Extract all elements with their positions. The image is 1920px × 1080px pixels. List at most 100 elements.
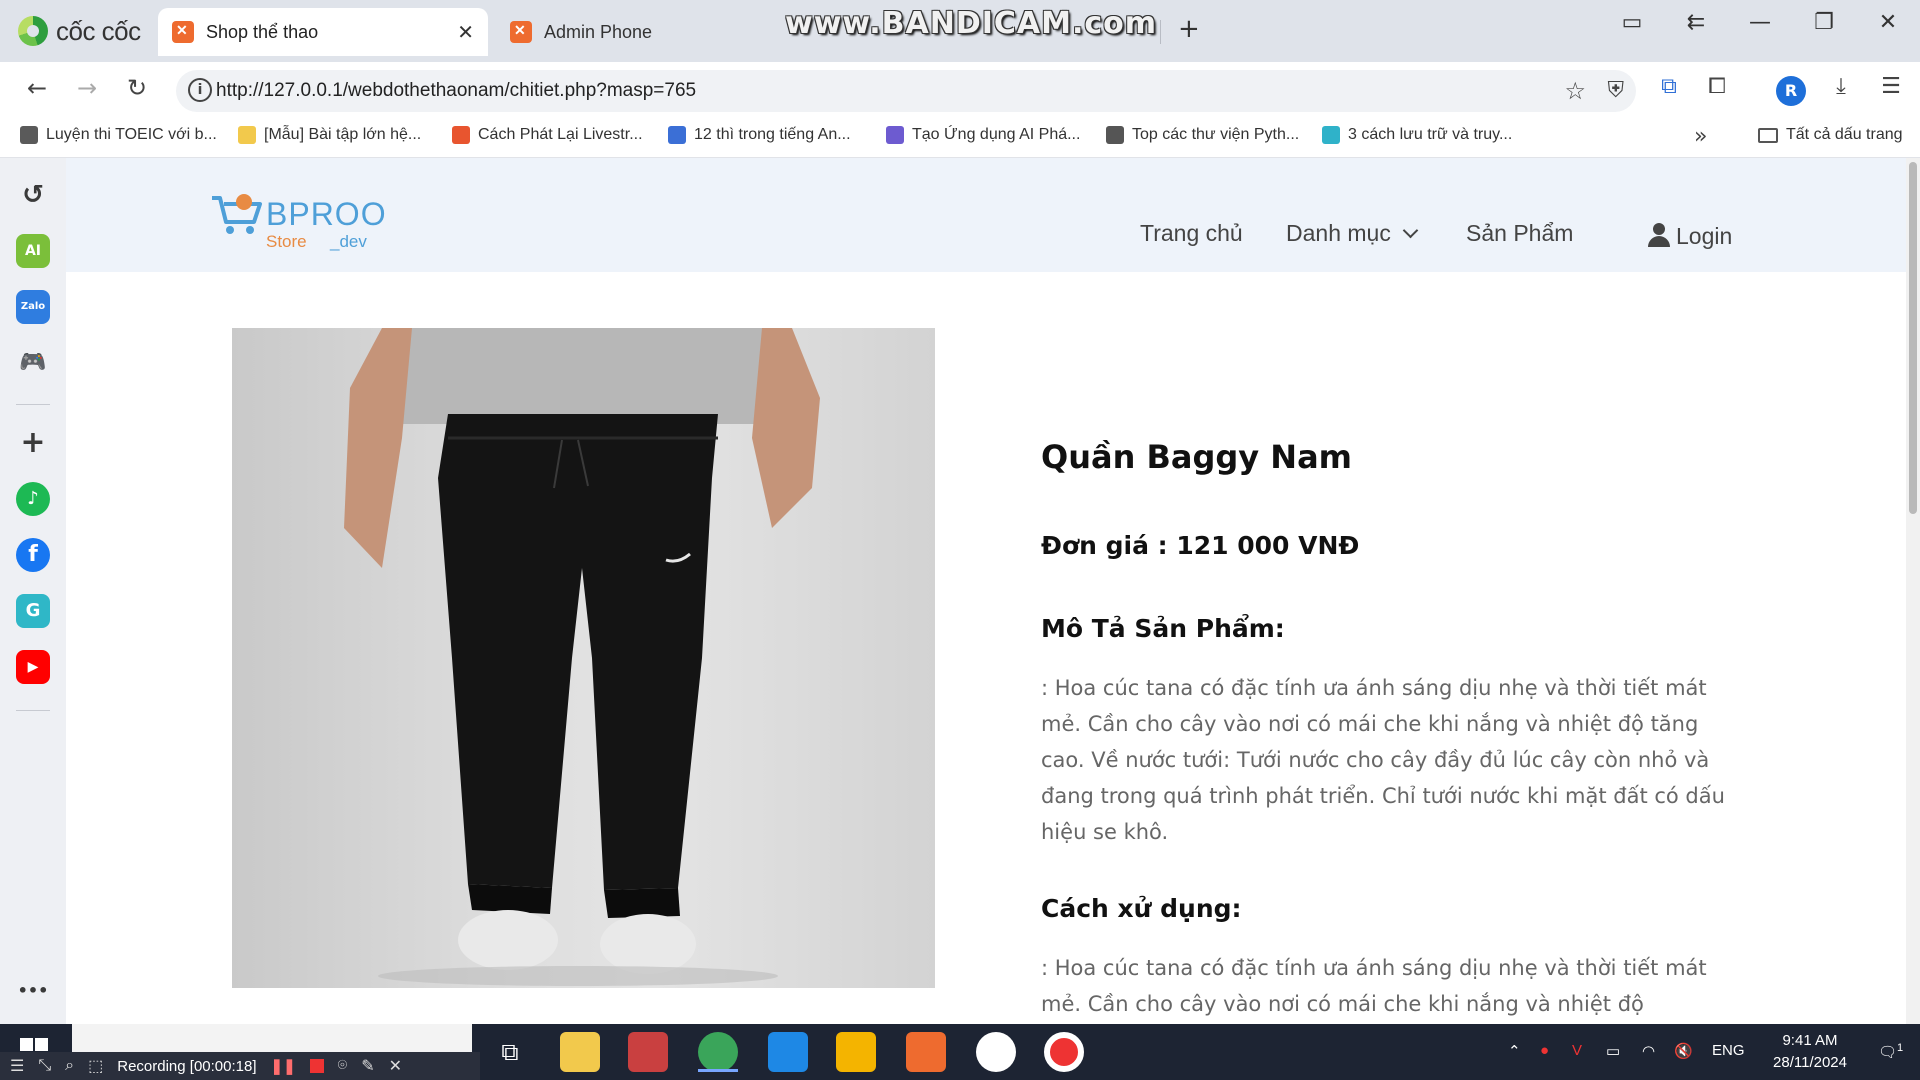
restore-icon[interactable]: ❐ (1792, 10, 1856, 35)
bandicam-watermark: www.BANDICAM.com (785, 6, 1158, 41)
xampp-favicon-icon (172, 21, 194, 43)
browser-side-rail: ↺ AI Zalo 🎮 + ♪ f G ▶ ••• (0, 158, 66, 1024)
forward-icon[interactable]: → (70, 74, 104, 102)
product-description: : Hoa cúc tana có đặc tính ưa ánh sáng d… (1041, 676, 1725, 844)
coccoc-taskbar-icon[interactable] (698, 1032, 738, 1072)
ai-icon[interactable]: AI (16, 234, 50, 268)
extensions-icon[interactable]: ⧠ (1700, 74, 1734, 99)
tab-shop-the-thao[interactable]: Shop thể thao ✕ (158, 8, 488, 56)
minimize-icon[interactable]: — (1728, 10, 1792, 35)
add-icon[interactable]: + (16, 426, 50, 460)
download-icon[interactable]: ⤓ (1824, 74, 1858, 99)
history-icon[interactable]: ↺ (16, 178, 50, 212)
nav-products[interactable]: Sản Phẩm (1466, 220, 1573, 247)
bookmark-item[interactable]: Luyện thi TOEIC với b... (20, 126, 217, 144)
recorder-resize-icon[interactable]: ⤡ (38, 1057, 51, 1075)
youtube-icon[interactable]: ▶ (16, 650, 50, 684)
reload-icon[interactable]: ↻ (120, 74, 154, 102)
product-photo-pants (344, 328, 820, 986)
clock-time: 9:41 AM (1782, 1032, 1838, 1049)
nav-login[interactable]: Login (1648, 220, 1732, 250)
tray-record-icon[interactable]: ● (1540, 1042, 1549, 1059)
profile-avatar[interactable]: R (1776, 76, 1806, 106)
task-view-icon[interactable]: ⧉ (490, 1032, 530, 1072)
bookmark-favicon-icon (668, 126, 686, 144)
battery-icon[interactable]: ▭ (1606, 1042, 1620, 1060)
g-icon[interactable]: G (16, 594, 50, 628)
wifi-icon[interactable]: ◠ (1642, 1042, 1655, 1060)
all-bookmarks-button[interactable]: Tất cả dấu trang (1758, 126, 1903, 144)
all-bookmarks-label: Tất cả dấu trang (1786, 126, 1903, 143)
bookmark-label: Luyện thi TOEIC với b... (46, 126, 217, 143)
bookmark-item[interactable]: [Mẫu] Bài tập lớn hệ... (238, 126, 421, 144)
zalo-icon[interactable]: Zalo (16, 290, 50, 324)
bookmark-item[interactable]: Top các thư viện Pyth... (1106, 126, 1299, 144)
stop-icon[interactable] (309, 1059, 324, 1073)
volume-muted-icon[interactable]: 🔇 (1674, 1042, 1693, 1060)
bookmark-label: [Mẫu] Bài tập lớn hệ... (264, 126, 422, 143)
url-text[interactable]: http://127.0.0.1/webdothethaonam/chitiet… (216, 80, 696, 102)
tray-chevron-icon[interactable]: ⌃ (1508, 1042, 1521, 1060)
browser-toolbar: ← → ↻ i http://127.0.0.1/webdothethaonam… (0, 62, 1920, 118)
camera-icon[interactable]: ⌾ (338, 1057, 348, 1075)
bookmark-label: Cách Phát Lại Livestr... (478, 126, 643, 143)
more-bookmarks-icon[interactable]: » (1694, 124, 1707, 149)
vscode-icon[interactable] (768, 1032, 808, 1072)
more-icon[interactable]: ••• (16, 974, 50, 1008)
tab-separator (1160, 20, 1161, 44)
product-name: Quần Baggy Nam (1041, 438, 1353, 476)
site-logo[interactable]: BPROO Store _dev (210, 186, 390, 251)
screen-capture-icon[interactable]: ▭ (1600, 10, 1664, 35)
tab-search-icon[interactable]: ⇇ (1664, 10, 1728, 35)
login-label: Login (1676, 223, 1733, 249)
file-explorer-icon[interactable] (560, 1032, 600, 1072)
recorder-region-icon[interactable]: ⬚ (88, 1056, 103, 1076)
window-controls: ▭ ⇇ — ❐ ✕ (1600, 10, 1920, 35)
bandicam-icon[interactable] (1044, 1032, 1084, 1072)
scrollbar-thumb[interactable] (1909, 162, 1917, 514)
nav-category[interactable]: Danh mục (1286, 220, 1419, 247)
bookmark-item[interactable]: Cách Phát Lại Livestr... (452, 126, 643, 144)
tab-title: Admin Phone (544, 21, 653, 42)
bookmark-item[interactable]: 12 thì trong tiếng An... (668, 126, 851, 144)
bookmark-favicon-icon (1106, 126, 1124, 144)
store-icon[interactable] (836, 1032, 876, 1072)
address-bar[interactable]: i http://127.0.0.1/webdothethaonam/chiti… (176, 70, 1636, 112)
tray-antivirus-icon[interactable]: V (1572, 1042, 1582, 1059)
nav-home[interactable]: Trang chủ (1140, 220, 1243, 247)
pen-icon[interactable]: ✎ (361, 1056, 374, 1076)
notification-icon[interactable]: 🗨1 (1878, 1042, 1903, 1061)
new-tab-icon[interactable]: + (1178, 14, 1200, 44)
shield-icon[interactable]: ⛨ (1607, 78, 1624, 103)
language-indicator[interactable]: ENG (1712, 1042, 1745, 1059)
bookmark-label: 12 thì trong tiếng An... (694, 126, 851, 143)
bookmark-item[interactable]: 3 cách lưu trữ và truy... (1322, 126, 1512, 144)
app-icon[interactable] (628, 1032, 668, 1072)
bookmark-star-icon[interactable]: ☆ (1564, 77, 1586, 105)
bookmarks-bar: Luyện thi TOEIC với b... [Mẫu] Bài tập l… (0, 118, 1920, 158)
site-info-icon[interactable]: i (188, 78, 212, 102)
recorder-menu-icon[interactable]: ☰ (10, 1056, 24, 1076)
game-icon[interactable]: 🎮 (16, 346, 50, 380)
logo-sub-dev: _dev (330, 232, 367, 251)
zalo-taskbar-icon[interactable] (976, 1032, 1016, 1072)
close-recorder-icon[interactable]: ✕ (389, 1056, 402, 1076)
menu-icon[interactable]: ☰ (1874, 74, 1908, 99)
bookmark-item[interactable]: Tạo Ứng dụng AI Phá... (886, 126, 1080, 144)
close-window-icon[interactable]: ✕ (1856, 10, 1920, 35)
bookmark-label: 3 cách lưu trữ và truy... (1348, 126, 1513, 143)
notification-count: 1 (1897, 1042, 1904, 1054)
browser-brand[interactable]: cốc cốc (18, 14, 141, 48)
recorder-zoom-icon[interactable]: ⌕ (65, 1057, 74, 1075)
facebook-icon[interactable]: f (16, 538, 50, 572)
tab-admin-phone[interactable]: Admin Phone (496, 8, 796, 56)
back-icon[interactable]: ← (20, 74, 54, 102)
spotify-icon[interactable]: ♪ (16, 482, 50, 516)
pause-icon[interactable]: ❚❚ (271, 1057, 296, 1075)
close-tab-icon[interactable]: ✕ (457, 20, 474, 45)
page-scrollbar[interactable] (1906, 158, 1920, 1024)
screen: cốc cốc Shop thể thao ✕ Admin Phone www.… (0, 0, 1920, 1080)
taskbar-clock[interactable]: 9:41 AM 28/11/2024 (1760, 1030, 1860, 1074)
translate-icon[interactable]: ⧉ (1652, 74, 1686, 99)
xampp-icon[interactable] (906, 1032, 946, 1072)
